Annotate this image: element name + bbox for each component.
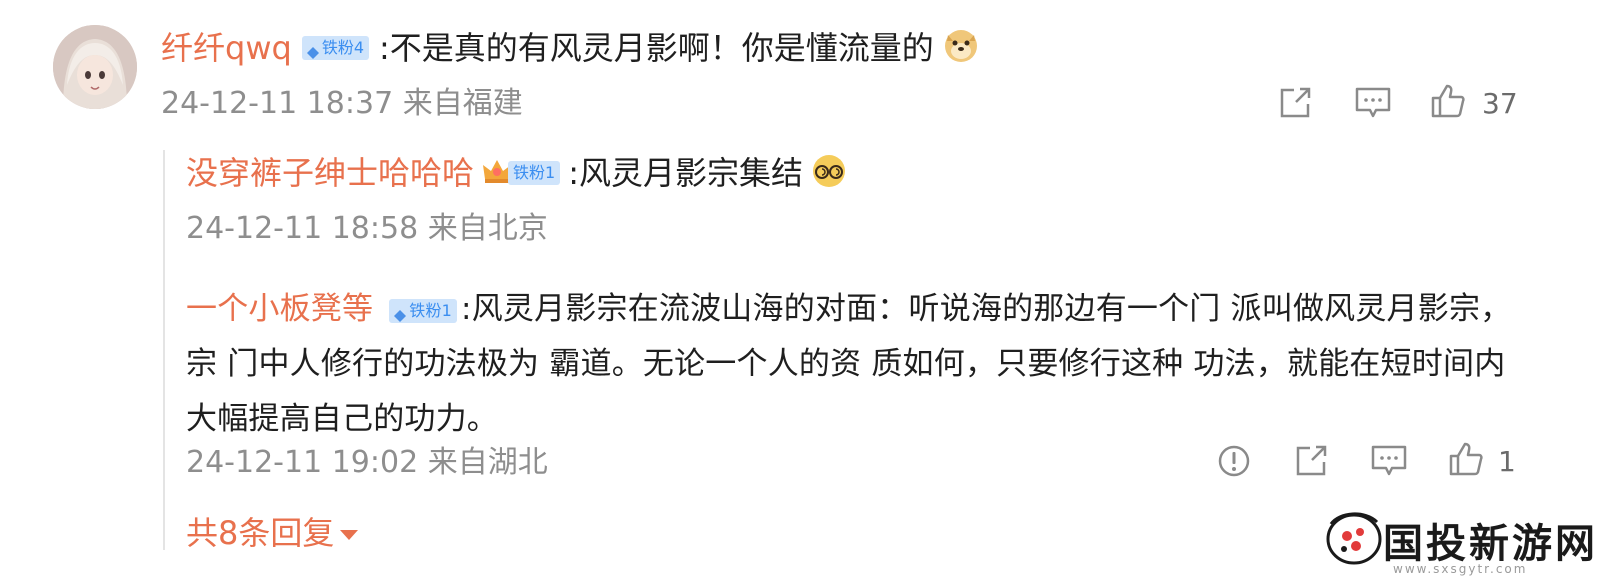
reply-username[interactable]: 没穿裤子绅士哈哈哈 [186,153,474,193]
fan-badge[interactable]: 铁粉1 [389,298,458,323]
reply-header: 没穿裤子绅士哈哈哈 铁粉1 :风灵月影宗集结 [186,153,847,193]
reply-thread-line [163,150,165,550]
doge-emoji [944,29,978,67]
comment-icon[interactable] [1354,86,1392,120]
fan-badge-label: 铁粉1 [508,161,561,185]
dizzy-emoji [811,154,847,192]
reply-meta: 24-12-11 18:58 来自北京 [186,211,548,246]
reply-meta: 24-12-11 19:02 来自湖北 [186,445,548,480]
watermark-url: www.sxsgytr.com [1393,562,1528,576]
reply-text: :风灵月影宗集结 [568,154,803,192]
share-icon[interactable] [1278,86,1314,120]
fan-badge-label: 铁粉4 [321,38,364,57]
fan-badge[interactable]: 铁粉4 [301,36,369,60]
comment-username[interactable]: 纤纤qwq [161,28,292,68]
reply-username[interactable]: 一个小板凳等 [186,291,373,327]
like-count: 1 [1498,445,1516,478]
like-count: 37 [1482,87,1518,120]
reply-text: :风灵月影宗在流波山海的对面：听说海的那边有一个门 派叫做风灵月影宗，宗 门中人… [186,291,1512,437]
more-replies-link[interactable]: 共8条回复 [186,513,359,553]
comment-header: 纤纤qwq 铁粉4 :不是真的有风灵月影啊！你是懂流量的 [161,28,978,68]
fan-badge-label: 铁粉1 [409,300,453,320]
arrow-down-icon [340,530,359,540]
like-icon[interactable] [1448,441,1484,477]
watermark: 国投新游网 www.sxsgytr.com [1325,510,1598,576]
diamond-icon [306,42,319,59]
reply-body: 一个小板凳等 铁粉1 :风灵月影宗在流波山海的对面：听说海的那边有一个门 派叫做… [186,282,1516,447]
watermark-logo [1325,510,1383,570]
diamond-icon [394,305,407,322]
comment-text: :不是真的有风灵月影啊！你是懂流量的 [379,29,934,67]
like-icon[interactable] [1430,83,1466,119]
report-icon[interactable] [1217,444,1251,478]
comment-icon[interactable] [1370,444,1408,478]
watermark-name: 国投新游网 [1383,521,1598,567]
avatar[interactable] [53,25,137,109]
share-icon[interactable] [1294,444,1330,478]
fan-badge[interactable]: 铁粉1 [482,157,561,189]
comment-meta: 24-12-11 18:37 来自福建 [161,86,523,121]
more-replies-label: 共8条回复 [186,514,335,552]
